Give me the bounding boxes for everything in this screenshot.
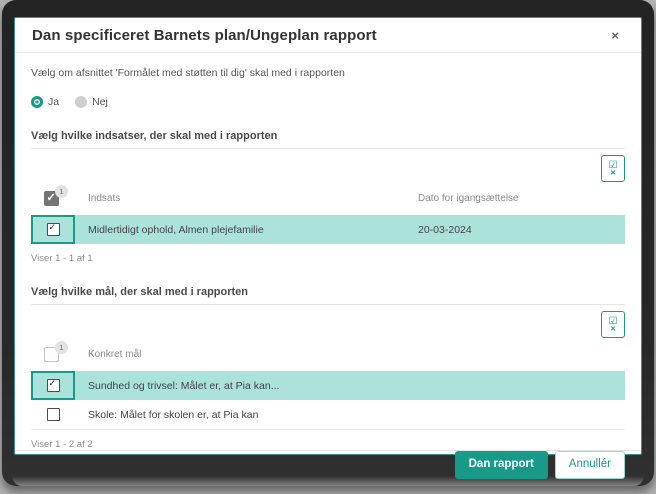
row-checkbox[interactable] xyxy=(46,378,60,392)
column-header-dato: Dato for igangsættelse xyxy=(418,192,519,204)
maal-select-deselect-all-button[interactable]: ☑ ✕ xyxy=(601,311,625,338)
maal-table-header: 1 Konkret mål xyxy=(31,340,625,367)
indsatser-section-label: Vælg hvilke indsatser, der skal med i ra… xyxy=(31,130,625,149)
maal-table: 1 Konkret mål Sundhed og trivsel: Målet … xyxy=(31,340,625,430)
selected-count-badge: 1 xyxy=(55,340,68,354)
column-header-indsats: Indsats xyxy=(88,192,121,204)
indsatser-pager-text: Viser 1 - 1 af 1 xyxy=(31,253,93,264)
column-header-konkret-maal: Konkret mål xyxy=(88,348,142,360)
row-checkbox-cell xyxy=(31,400,75,429)
dialog-title: Dan specificeret Barnets plan/Ungeplan r… xyxy=(32,27,377,44)
deselect-all-x-icon: ✕ xyxy=(610,325,616,333)
dialog-footer: Dan rapport Annullér xyxy=(15,450,641,479)
selected-count-badge: 1 xyxy=(55,184,68,198)
report-dialog: Dan specificeret Barnets plan/Ungeplan r… xyxy=(14,17,642,479)
indsatser-table-header: 1 Indsats Dato for igangsættelse xyxy=(31,184,625,211)
dialog-body: Vælg om afsnittet 'Formålet med støtten … xyxy=(15,53,641,450)
radio-option-ja[interactable]: Ja xyxy=(31,96,59,108)
table-row[interactable]: Skole: Målet for skolen er, at Pia kan xyxy=(31,400,625,430)
deselect-all-x-icon: ✕ xyxy=(610,169,616,177)
row-checkbox[interactable] xyxy=(46,408,60,421)
row-checkbox-cell xyxy=(31,215,75,244)
maal-header-checkbox-wrap: 1 xyxy=(44,340,68,362)
row-checkbox[interactable] xyxy=(46,222,60,236)
radio-group-include-section: Ja Nej xyxy=(31,96,625,108)
radio-icon-nej[interactable] xyxy=(75,96,88,108)
table-row[interactable]: Midlertidigt ophold, Almen plejefamilie … xyxy=(31,215,625,244)
dialog-header: Dan specificeret Barnets plan/Ungeplan r… xyxy=(15,18,641,53)
row-indsats-name: Midlertidigt ophold, Almen plejefamilie xyxy=(88,223,264,236)
radio-label-nej: Nej xyxy=(92,96,108,108)
maal-section-label: Vælg hvilke mål, der skal med i rapporte… xyxy=(31,286,625,305)
indsatser-table: 1 Indsats Dato for igangsættelse Midlert… xyxy=(31,184,625,244)
maal-pager-text: Viser 1 - 2 af 2 xyxy=(31,439,93,450)
row-maal-name: Skole: Målet for skolen er, at Pia kan xyxy=(88,408,259,421)
annuller-button[interactable]: Annullér xyxy=(554,451,625,479)
row-indsats-date: 20-03-2024 xyxy=(418,223,472,236)
radio-option-nej[interactable]: Nej xyxy=(75,96,108,108)
indsatser-select-deselect-all-button[interactable]: ☑ ✕ xyxy=(601,155,625,182)
dan-rapport-button[interactable]: Dan rapport xyxy=(454,451,548,479)
maal-toolbar: ☑ ✕ xyxy=(31,311,625,339)
row-maal-name: Sundhed og trivsel: Målet er, at Pia kan… xyxy=(88,379,280,392)
radio-label-ja: Ja xyxy=(48,96,60,108)
close-icon[interactable]: × xyxy=(607,27,623,44)
radio-icon-ja[interactable] xyxy=(31,96,43,108)
indsatser-header-checkbox-wrap: 1 xyxy=(44,184,68,206)
include-section-question: Vælg om afsnittet 'Formålet med støtten … xyxy=(31,67,345,79)
indsatser-toolbar: ☑ ✕ xyxy=(31,155,625,183)
table-row[interactable]: Sundhed og trivsel: Målet er, at Pia kan… xyxy=(31,371,625,400)
row-checkbox-cell xyxy=(31,371,75,400)
